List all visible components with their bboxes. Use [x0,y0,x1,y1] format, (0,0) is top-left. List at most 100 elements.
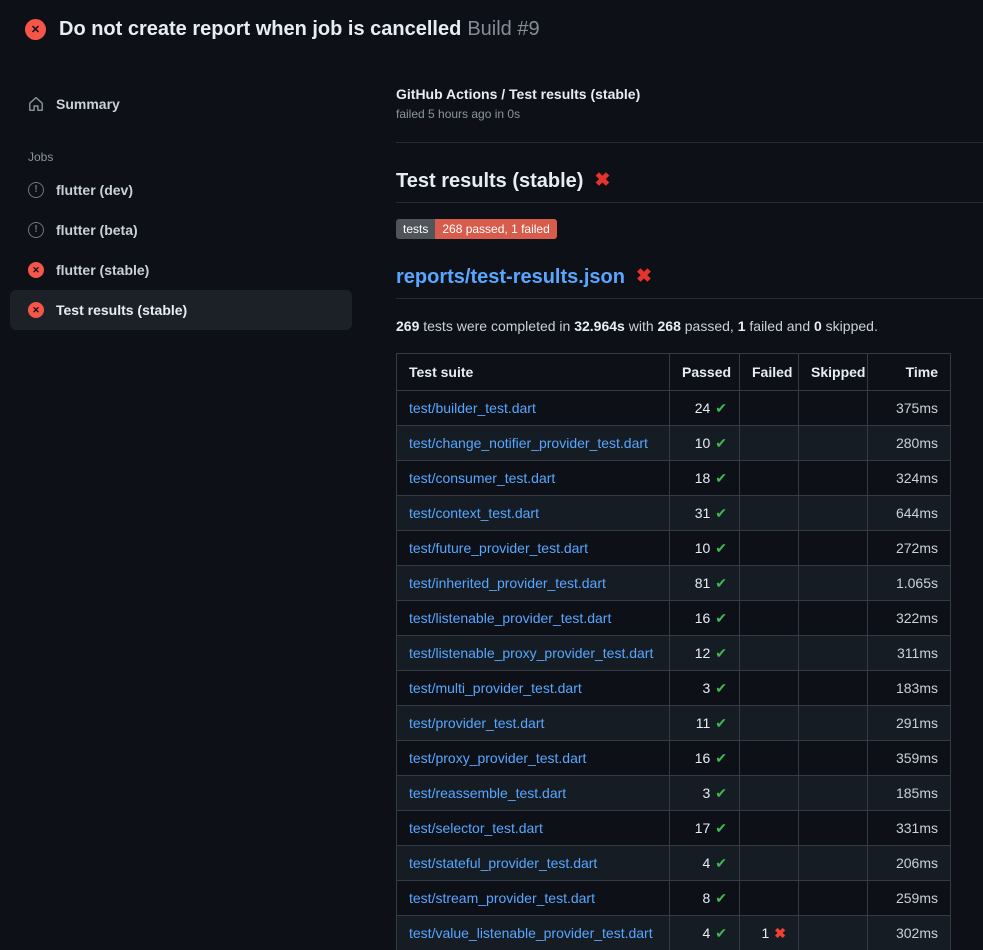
summary-segment: 268 [658,318,681,334]
cell-time: 644ms [868,496,951,531]
cell-skipped [799,916,868,950]
sidebar-item-flutter-beta[interactable]: !flutter (beta) [10,210,352,250]
cell-test-suite: test/selector_test.dart [397,811,670,846]
column-header-time: Time [868,354,951,391]
passed-count: 11 [696,715,711,731]
check-icon: ✔ [715,610,727,626]
test-suite-link[interactable]: test/listenable_proxy_provider_test.dart [409,645,653,661]
check-icon: ✔ [715,820,727,836]
section-heading-text: Test results (stable) [396,168,583,194]
cell-test-suite: test/inherited_provider_test.dart [397,566,670,601]
cell-passed: 4✔ [670,846,740,881]
cell-failed [740,706,799,741]
test-suite-link[interactable]: test/builder_test.dart [409,400,536,416]
report-file-link[interactable]: reports/test-results.json [396,264,625,290]
cell-passed: 24✔ [670,391,740,426]
cell-skipped [799,671,868,706]
table-row: test/selector_test.dart 17✔ 331ms [397,811,951,846]
check-icon: ✔ [715,855,727,871]
table-row: test/change_notifier_provider_test.dart 1… [397,426,951,461]
sidebar-item-flutter-dev[interactable]: !flutter (dev) [10,170,352,210]
column-header-skipped: Skipped [799,354,868,391]
badge-label: tests [396,219,435,239]
cell-failed [740,846,799,881]
sidebar-item-summary[interactable]: Summary [10,84,352,124]
cell-time: 331ms [868,811,951,846]
sidebar-item-flutter-stable[interactable]: ✕flutter (stable) [10,250,352,290]
column-header-passed: Passed [670,354,740,391]
cell-skipped [799,811,868,846]
test-suite-link[interactable]: test/inherited_provider_test.dart [409,575,606,591]
cell-passed: 10✔ [670,426,740,461]
x-circle-icon: ✕ [25,19,46,40]
passed-count: 24 [695,400,711,416]
sidebar-item-test-results-stable[interactable]: ✕Test results (stable) [10,290,352,330]
cell-test-suite: test/future_provider_test.dart [397,531,670,566]
test-suite-link[interactable]: test/provider_test.dart [409,715,544,731]
report-heading: reports/test-results.json ✖ [396,264,983,299]
test-suite-link[interactable]: test/multi_provider_test.dart [409,680,582,696]
cell-test-suite: test/value_listenable_provider_test.dart [397,916,670,950]
table-row: test/multi_provider_test.dart3✔183ms [397,671,951,706]
run-header: GitHub Actions / Test results (stable) f… [396,86,983,143]
table-row: test/context_test.dart31✔644ms [397,496,951,531]
test-suite-link[interactable]: test/future_provider_test.dart [409,540,588,556]
passed-count: 8 [702,890,710,906]
table-row: test/listenable_proxy_provider_test.dart… [397,636,951,671]
cell-test-suite: test/builder_test.dart [397,391,670,426]
check-icon: ✔ [715,470,727,486]
cell-skipped [799,741,868,776]
cell-failed [740,531,799,566]
test-suite-link[interactable]: test/reassemble_test.dart [409,785,566,801]
check-icon: ✔ [715,680,727,696]
cell-test-suite: test/stateful_provider_test.dart [397,846,670,881]
failed-count: 1 [761,925,769,941]
tests-badge: tests 268 passed, 1 failed [396,219,557,239]
test-suite-link[interactable]: test/value_listenable_provider_test.dart [409,925,653,941]
test-suite-link[interactable]: test/consumer_test.dart [409,470,555,486]
test-suite-link[interactable]: test/proxy_provider_test.dart [409,750,586,766]
summary-segment: 32.964s [574,318,625,334]
test-suite-link[interactable]: test/stateful_provider_test.dart [409,855,597,871]
check-icon: ✔ [715,925,727,941]
cell-skipped [799,776,868,811]
cell-failed [740,811,799,846]
passed-count: 12 [695,645,711,661]
table-row: test/listenable_provider_test.dart16✔322… [397,601,951,636]
cell-test-suite: test/consumer_test.dart [397,461,670,496]
cell-test-suite: test/listenable_proxy_provider_test.dart [397,636,670,671]
passed-count: 17 [695,820,711,836]
page-title: Do not create report when job is cancell… [59,17,540,42]
test-suite-link[interactable]: test/selector_test.dart [409,820,543,836]
table-row: test/stream_provider_test.dart8✔259ms [397,881,951,916]
test-results-table: Test suitePassedFailedSkippedTime test/b… [396,353,951,950]
test-suite-link[interactable]: test/listenable_provider_test.dart [409,610,611,626]
check-icon: ✔ [715,890,727,906]
sidebar: Summary Jobs !flutter (dev)!flutter (bet… [0,56,396,330]
cell-skipped [799,706,868,741]
test-suite-link[interactable]: test/context_test.dart [409,505,539,521]
cell-failed [740,741,799,776]
summary-segment: failed and [746,318,815,334]
sidebar-item-label: Test results (stable) [56,300,187,320]
cell-time: 185ms [868,776,951,811]
table-row: test/value_listenable_provider_test.dart… [397,916,951,950]
cell-failed [740,391,799,426]
main-content: GitHub Actions / Test results (stable) f… [396,56,983,950]
test-suite-link[interactable]: test/change_notifier_provider_test.dart [409,435,648,451]
cell-failed [740,461,799,496]
home-icon [28,96,44,112]
cell-test-suite: test/provider_test.dart [397,706,670,741]
summary-segment: passed, [681,318,738,334]
cell-test-suite: test/stream_provider_test.dart [397,881,670,916]
cell-failed [740,601,799,636]
page-header: ✕ Do not create report when job is cance… [0,0,983,56]
cell-failed [740,426,799,461]
cell-passed: 16✔ [670,601,740,636]
cell-failed [740,566,799,601]
cell-skipped [799,566,868,601]
passed-count: 10 [695,540,711,556]
check-icon: ✔ [715,645,727,661]
check-icon: ✔ [715,400,727,416]
test-suite-link[interactable]: test/stream_provider_test.dart [409,890,595,906]
